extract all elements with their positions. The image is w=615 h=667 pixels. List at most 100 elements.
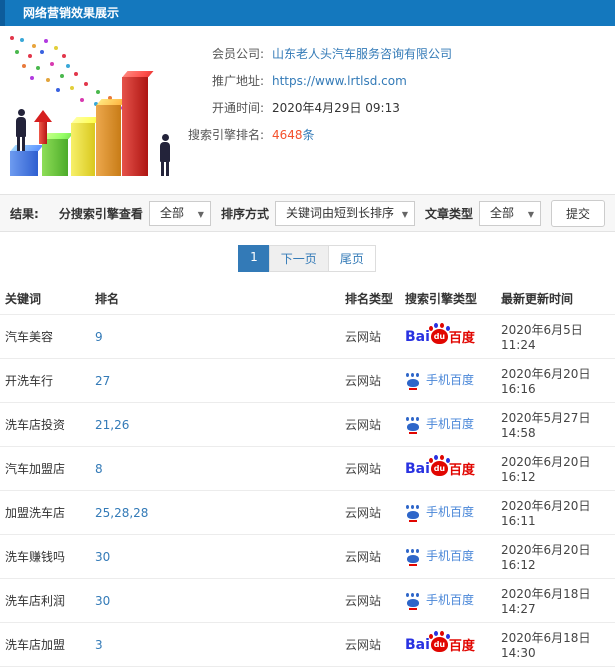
article-type-label: 文章类型 bbox=[424, 206, 473, 221]
article-type-select-value: 全部 bbox=[489, 205, 514, 220]
paw-toe-dot bbox=[428, 326, 433, 331]
company-link[interactable]: 山东老人头汽车服务咨询有限公司 bbox=[272, 45, 452, 62]
sort-select[interactable]: 关键词由短到长排序 ▼ bbox=[274, 200, 415, 226]
mobile-baidu-logo: 手机百度 bbox=[405, 371, 475, 390]
promo-url-row: 推广地址: https://www.lrtlsd.com bbox=[182, 67, 615, 94]
up-arrow-icon bbox=[34, 110, 52, 144]
opened-time-row: 开通时间: 2020年4月29日 09:13 bbox=[182, 94, 615, 121]
confetti-dots-decoration bbox=[10, 36, 14, 40]
updated-time-cell: 2020年6月18日 14:27 bbox=[496, 578, 615, 623]
paw-pad bbox=[407, 598, 419, 607]
company-row: 会员公司: 山东老人头汽车服务咨询有限公司 bbox=[182, 40, 615, 67]
paw-toe-dot bbox=[406, 416, 409, 421]
rank-value: 27 bbox=[95, 373, 111, 388]
rank-type-value: 云网站 bbox=[345, 374, 382, 388]
rank-cell: 3 bbox=[90, 622, 340, 667]
keyword-cell: 洗车店利润 bbox=[0, 578, 90, 623]
engine-filter-label: 分搜索引擎查看 bbox=[58, 206, 143, 221]
keyword-cell: 洗车店投资 bbox=[0, 402, 90, 447]
engine-select-value: 全部 bbox=[159, 205, 184, 220]
rank-type-cell: 云网站 bbox=[340, 402, 400, 447]
pagination: 1 下一页 尾页 bbox=[0, 245, 615, 272]
updated-time-cell: 2020年6月20日 16:11 bbox=[496, 490, 615, 535]
baidu-logo: Bai du 百度 bbox=[405, 455, 475, 478]
baidu-logo-bai-text: Bai bbox=[405, 636, 430, 653]
keyword-cell: 加盟洗车店 bbox=[0, 490, 90, 535]
header-rank: 排名 bbox=[95, 292, 120, 306]
mobile-baidu-logo: 手机百度 bbox=[405, 591, 475, 610]
updated-time-value: 2020年6月18日 14:30 bbox=[501, 631, 591, 660]
illustration-bar-green bbox=[42, 139, 68, 176]
paw-toe-dot bbox=[428, 634, 433, 639]
illustration-bar-red bbox=[122, 77, 148, 176]
paw-pad bbox=[407, 554, 419, 563]
rank-type-value: 云网站 bbox=[345, 638, 382, 652]
chevron-down-icon: ▼ bbox=[527, 209, 534, 219]
rank-type-value: 云网站 bbox=[345, 462, 382, 476]
updated-time-value: 2020年6月20日 16:11 bbox=[501, 499, 591, 528]
rank-type-cell: 云网站 bbox=[340, 314, 400, 359]
paw-toe-dot bbox=[428, 458, 433, 463]
keyword-ranking-table: 关键词 排名 排名类型 搜索引擎类型 最新更新时间 汽车美容 9 云网站 Bai du 百… bbox=[0, 282, 615, 667]
company-label: 会员公司: bbox=[211, 47, 264, 61]
updated-time-cell: 2020年5月27日 14:58 bbox=[496, 402, 615, 447]
baidu-logo-du-text: du bbox=[433, 464, 446, 473]
rank-type-cell: 云网站 bbox=[340, 358, 400, 403]
article-type-select[interactable]: 全部 ▼ bbox=[478, 200, 541, 226]
top-section: 会员公司: 山东老人头汽车服务咨询有限公司 推广地址: https://www.… bbox=[0, 26, 615, 192]
page-title: 网络营销效果展示 bbox=[23, 6, 120, 20]
rank-cell: 21,26 bbox=[90, 402, 340, 447]
engine-select[interactable]: 全部 ▼ bbox=[148, 200, 211, 226]
engine-cell: 手机百度 bbox=[400, 578, 496, 623]
paw-toe-dot bbox=[416, 504, 419, 509]
rank-value: 25,28,28 bbox=[95, 505, 149, 520]
keyword-cell: 汽车美容 bbox=[0, 314, 90, 359]
updated-time-cell: 2020年6月5日 11:24 bbox=[496, 314, 615, 359]
rank-value: 8 bbox=[95, 461, 103, 476]
illustration-bar-yellow bbox=[71, 123, 95, 176]
table-row: 洗车赚钱吗 30 云网站 手机百度 2020年6月20日 16:12 bbox=[0, 534, 615, 579]
keyword-cell: 洗车店加盟 bbox=[0, 622, 90, 667]
rank-type-value: 云网站 bbox=[345, 506, 382, 520]
header-keyword: 关键词 bbox=[5, 292, 42, 306]
rank-type-value: 云网站 bbox=[345, 594, 382, 608]
baidu-logo: Bai du 百度 bbox=[405, 631, 475, 654]
page-1-button[interactable]: 1 bbox=[238, 245, 270, 272]
submit-button[interactable]: 提交 bbox=[550, 199, 605, 227]
paw-toe-dot bbox=[416, 592, 419, 597]
paw-toe-dot bbox=[433, 323, 438, 328]
promo-url-link[interactable]: https://www.lrtlsd.com bbox=[272, 74, 407, 88]
engine-cell: Bai du 百度 bbox=[400, 446, 496, 491]
last-page-button[interactable]: 尾页 bbox=[327, 245, 376, 272]
paw-toe-dot bbox=[411, 504, 414, 509]
rank-type-cell: 云网站 bbox=[340, 578, 400, 623]
illustration-bar-blue bbox=[10, 151, 38, 176]
paw-toe-dot bbox=[416, 372, 419, 377]
updated-time-cell: 2020年6月18日 14:30 bbox=[496, 622, 615, 667]
engine-cell: Bai du 百度 bbox=[400, 314, 496, 359]
businessman-figure-left bbox=[14, 109, 28, 151]
mobile-baidu-label: 手机百度 bbox=[426, 417, 475, 432]
updated-time-value: 2020年6月20日 16:12 bbox=[501, 543, 591, 572]
ranking-row: 搜索引擎排名: 4648条 bbox=[182, 121, 615, 148]
next-page-button[interactable]: 下一页 bbox=[268, 245, 329, 272]
mobile-baidu-label: 手机百度 bbox=[426, 373, 475, 388]
paw-toe-dot bbox=[445, 326, 450, 331]
sort-label: 排序方式 bbox=[220, 206, 269, 221]
table-row: 加盟洗车店 25,28,28 云网站 手机百度 2020年6月20日 16:11 bbox=[0, 490, 615, 535]
table-row: 洗车店加盟 3 云网站 Bai du 百度 2020年6月18日 14:30 bbox=[0, 622, 615, 667]
baidu-logo-du-text: du bbox=[433, 640, 446, 649]
rank-type-value: 云网站 bbox=[345, 418, 382, 432]
engine-cell: 手机百度 bbox=[400, 490, 496, 535]
mobile-baidu-label: 手机百度 bbox=[426, 593, 475, 608]
businessman-figure-right bbox=[158, 134, 172, 176]
engine-cell: 手机百度 bbox=[400, 358, 496, 403]
rank-cell: 30 bbox=[90, 534, 340, 579]
updated-time-value: 2020年5月27日 14:58 bbox=[501, 411, 591, 440]
rank-cell: 27 bbox=[90, 358, 340, 403]
baidu-logo-cn-text: 百度 bbox=[448, 331, 475, 346]
table-row: 洗车店投资 21,26 云网站 手机百度 2020年5月27日 14:58 bbox=[0, 402, 615, 447]
header-rank-type: 排名类型 bbox=[345, 292, 394, 306]
updated-time-cell: 2020年6月20日 16:12 bbox=[496, 534, 615, 579]
mobile-baidu-paw-icon bbox=[405, 548, 421, 566]
